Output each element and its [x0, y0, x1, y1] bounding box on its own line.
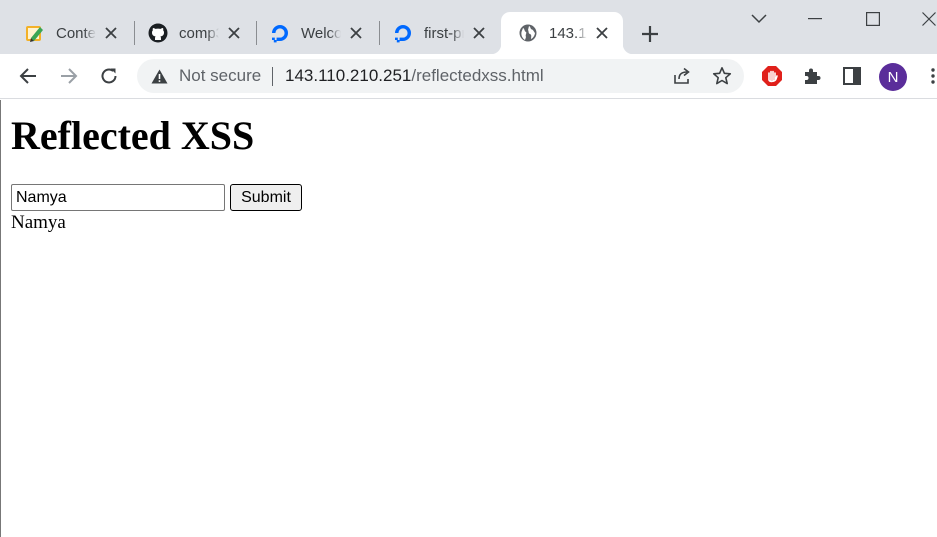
tab-title: Content	[56, 24, 96, 42]
share-icon[interactable]	[672, 66, 692, 86]
maximize-icon	[866, 12, 880, 26]
forward-button[interactable]	[54, 61, 84, 91]
profile-avatar[interactable]: N	[879, 63, 907, 91]
close-icon	[922, 12, 936, 26]
stop-hand-icon	[762, 66, 782, 86]
name-input[interactable]	[11, 184, 225, 211]
arrow-left-icon	[19, 68, 36, 84]
tab-search-button[interactable]	[744, 4, 774, 34]
reflected-output: Namya	[11, 212, 66, 233]
reload-button[interactable]	[94, 61, 124, 91]
warning-icon[interactable]	[150, 67, 168, 85]
close-icon[interactable]	[347, 24, 365, 42]
star-icon[interactable]	[712, 66, 732, 86]
tab-active-reflectedxss[interactable]: 143.110	[491, 12, 633, 54]
close-icon[interactable]	[593, 24, 611, 42]
plus-icon	[642, 26, 658, 42]
close-window-button[interactable]	[914, 4, 937, 34]
address-divider	[272, 67, 273, 86]
chevron-down-icon	[751, 14, 767, 24]
url-host: 143.110.210.251	[285, 66, 412, 85]
adblock-extension-button[interactable]	[757, 61, 787, 91]
tab-title: Welcome	[301, 24, 341, 42]
security-label[interactable]: Not secure	[179, 66, 261, 86]
url-path: /reflectedxss.html	[411, 66, 544, 85]
tab-github[interactable]: comp3	[131, 12, 255, 54]
side-panel-icon	[843, 67, 861, 85]
github-icon	[148, 23, 168, 43]
side-panel-button[interactable]	[837, 61, 867, 91]
submit-button[interactable]: Submit	[230, 184, 302, 211]
address-bar[interactable]: Not secure 143.110.210.251/reflectedxss.…	[137, 59, 744, 93]
page-content: Reflected XSS Submit Namya	[0, 100, 937, 537]
browser-toolbar: Not secure 143.110.210.251/reflectedxss.…	[0, 54, 937, 99]
digitalocean-icon	[270, 23, 290, 43]
tab-first-pr[interactable]: first-pr	[376, 12, 500, 54]
maximize-button[interactable]	[858, 4, 888, 34]
tab-title: first-pr	[424, 24, 464, 42]
tab-title: 143.110	[549, 24, 587, 42]
tab-content[interactable]: Content	[8, 12, 132, 54]
digitalocean-icon	[393, 23, 413, 43]
notepad-pencil-icon	[25, 23, 45, 43]
page-title: Reflected XSS	[11, 113, 255, 158]
close-icon[interactable]	[102, 24, 120, 42]
tab-title: comp3	[179, 24, 219, 42]
globe-icon	[518, 23, 538, 43]
menu-button[interactable]	[918, 61, 937, 91]
minimize-icon	[808, 18, 822, 20]
new-tab-button[interactable]	[636, 20, 664, 48]
tab-welcome[interactable]: Welcome	[253, 12, 377, 54]
close-icon[interactable]	[470, 24, 488, 42]
more-vert-icon	[931, 68, 935, 84]
arrow-right-icon	[61, 68, 78, 84]
back-button[interactable]	[13, 61, 43, 91]
url-text[interactable]: 143.110.210.251/reflectedxss.html	[285, 66, 544, 86]
reload-icon	[101, 68, 117, 84]
puzzle-icon	[805, 68, 821, 84]
close-icon[interactable]	[225, 24, 243, 42]
minimize-button[interactable]	[800, 4, 830, 34]
extensions-button[interactable]	[797, 61, 827, 91]
tab-strip: Content comp3 Welcome first-pr	[0, 0, 937, 54]
